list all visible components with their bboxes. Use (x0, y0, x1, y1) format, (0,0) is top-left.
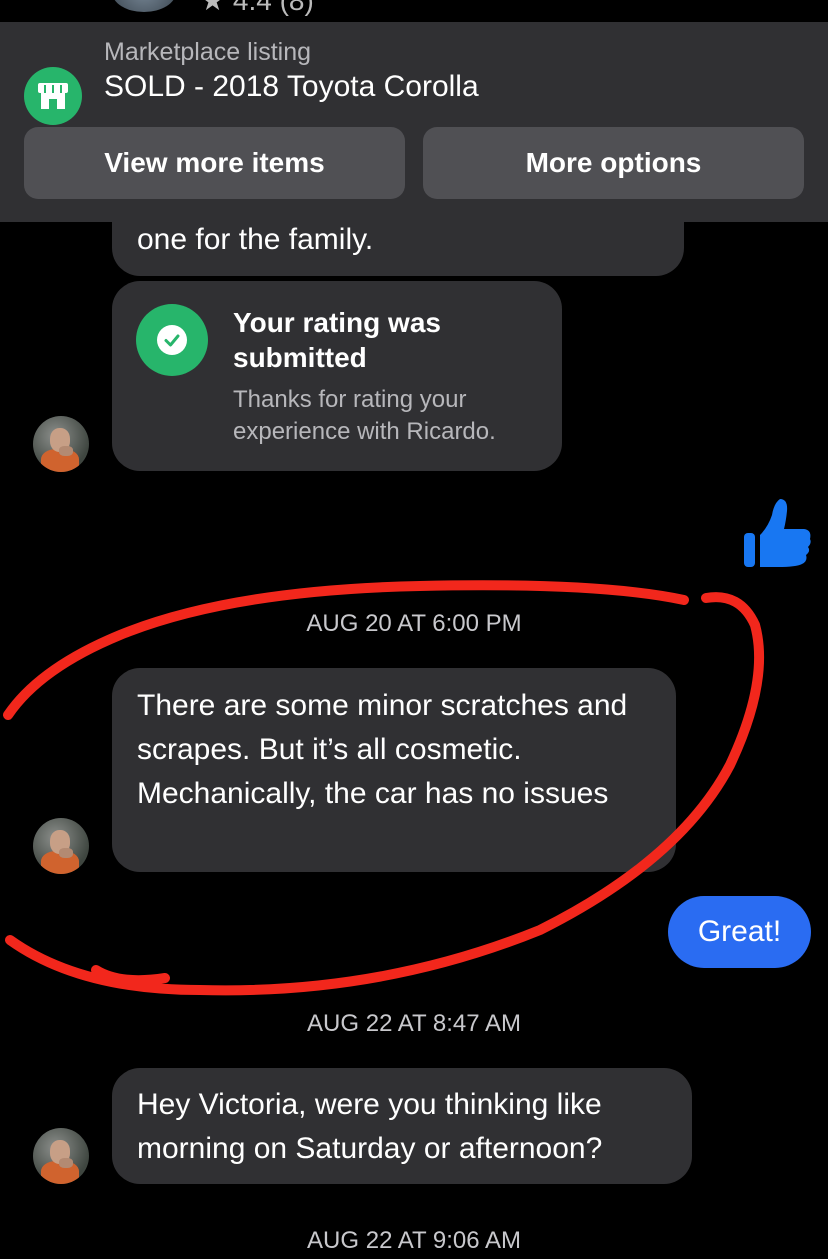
avatar[interactable] (33, 416, 89, 472)
rating-submitted-card[interactable]: Your rating was submitted Thanks for rat… (112, 281, 562, 471)
checkmark-icon (136, 304, 208, 376)
rating-card-title: Your rating was submitted (233, 307, 441, 373)
avatar[interactable] (33, 1128, 89, 1184)
more-options-button[interactable]: More options (423, 127, 804, 199)
message-bubble[interactable]: There are some minor scratches and scrap… (112, 668, 676, 872)
rating-card-description: Thanks for rating your experience with R… (233, 386, 496, 445)
timestamp: AUG 22 AT 8:47 AM (307, 1010, 521, 1037)
seller-rating: ★ 4.4 (8) (200, 0, 314, 16)
listing-title[interactable]: SOLD - 2018 Toyota Corolla (104, 70, 479, 104)
profile-strip: ★ 4.4 (8) (0, 0, 828, 22)
thumbs-up-icon[interactable] (742, 497, 812, 569)
message-bubble[interactable]: Hey Victoria, were you thinking like mor… (112, 1068, 692, 1184)
outgoing-message-bubble[interactable]: Great! (668, 896, 811, 968)
store-icon[interactable] (24, 67, 82, 125)
chat-screen: ★ 4.4 (8) Marketplace listing SOLD - 201… (0, 0, 828, 1259)
listing-header: Marketplace listing SOLD - 2018 Toyota C… (0, 22, 828, 222)
view-more-items-button[interactable]: View more items (24, 127, 405, 199)
seller-avatar-partial[interactable] (112, 0, 176, 12)
listing-label: Marketplace listing (104, 38, 312, 66)
message-bubble-partial[interactable]: one for the family. (112, 200, 684, 276)
timestamp: AUG 20 AT 6:00 PM (306, 610, 522, 637)
avatar[interactable] (33, 818, 89, 874)
timestamp: AUG 22 AT 9:06 AM (307, 1227, 521, 1254)
